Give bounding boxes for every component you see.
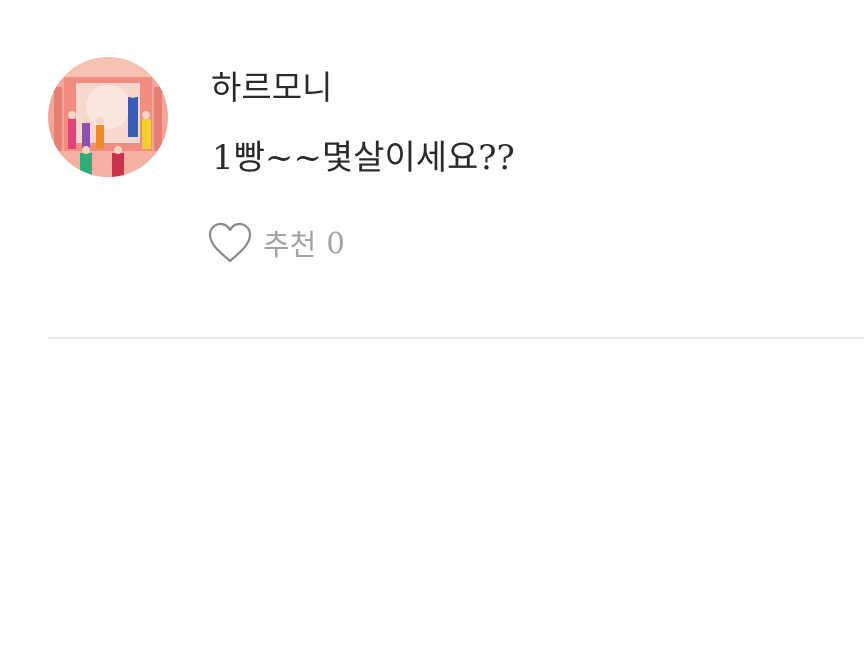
divider bbox=[48, 337, 864, 339]
comment-author[interactable]: 하르모니 bbox=[211, 66, 332, 110]
comment-item: 하르모니 1빵~~몇살이세요?? 추천 0 bbox=[0, 0, 864, 340]
avatar[interactable] bbox=[48, 57, 168, 177]
like-label: 추천 bbox=[263, 228, 317, 262]
like-count: 0 bbox=[326, 226, 345, 260]
heart-outline-icon bbox=[208, 222, 252, 263]
comment-text: 1빵~~몇살이세요?? bbox=[212, 138, 515, 178]
avatar-image bbox=[48, 57, 168, 177]
like-button[interactable]: 추천 0 bbox=[207, 220, 345, 266]
